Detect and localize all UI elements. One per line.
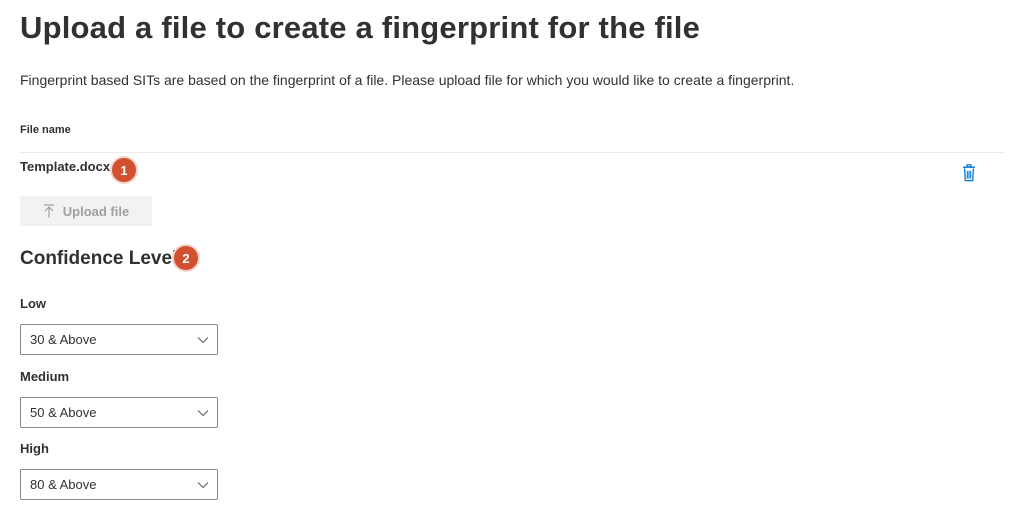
low-confidence-dropdown[interactable]: 30 & Above bbox=[20, 324, 218, 355]
low-confidence-value: 30 & Above bbox=[30, 332, 97, 347]
file-name: Template.docx bbox=[20, 159, 111, 174]
chevron-down-icon bbox=[197, 337, 209, 344]
file-row: Template.docx 1 bbox=[20, 154, 1004, 186]
delete-file-button[interactable] bbox=[960, 162, 978, 184]
page-description: Fingerprint based SITs are based on the … bbox=[20, 72, 795, 88]
chevron-down-icon bbox=[197, 482, 209, 489]
high-confidence-value: 80 & Above bbox=[30, 477, 97, 492]
upload-arrow-icon bbox=[43, 204, 54, 218]
low-level-label: Low bbox=[20, 296, 46, 311]
high-level-label: High bbox=[20, 441, 49, 456]
callout-badge-1: 1 bbox=[112, 158, 136, 182]
file-name-column-header: File name bbox=[20, 124, 71, 136]
callout-badge-2: 2 bbox=[174, 246, 198, 270]
upload-file-button[interactable]: Upload file bbox=[20, 196, 152, 226]
medium-confidence-value: 50 & Above bbox=[30, 405, 97, 420]
trash-icon bbox=[963, 164, 975, 182]
page-title: Upload a file to create a fingerprint fo… bbox=[20, 10, 701, 45]
confidence-level-title: Confidence Level bbox=[20, 248, 178, 269]
upload-fingerprint-page: Upload a file to create a fingerprint fo… bbox=[0, 0, 1024, 518]
medium-confidence-dropdown[interactable]: 50 & Above bbox=[20, 397, 218, 428]
file-table-divider bbox=[20, 152, 1004, 153]
medium-level-label: Medium bbox=[20, 369, 70, 384]
high-confidence-dropdown[interactable]: 80 & Above bbox=[20, 469, 218, 500]
chevron-down-icon bbox=[197, 410, 209, 417]
upload-file-label: Upload file bbox=[62, 203, 130, 219]
